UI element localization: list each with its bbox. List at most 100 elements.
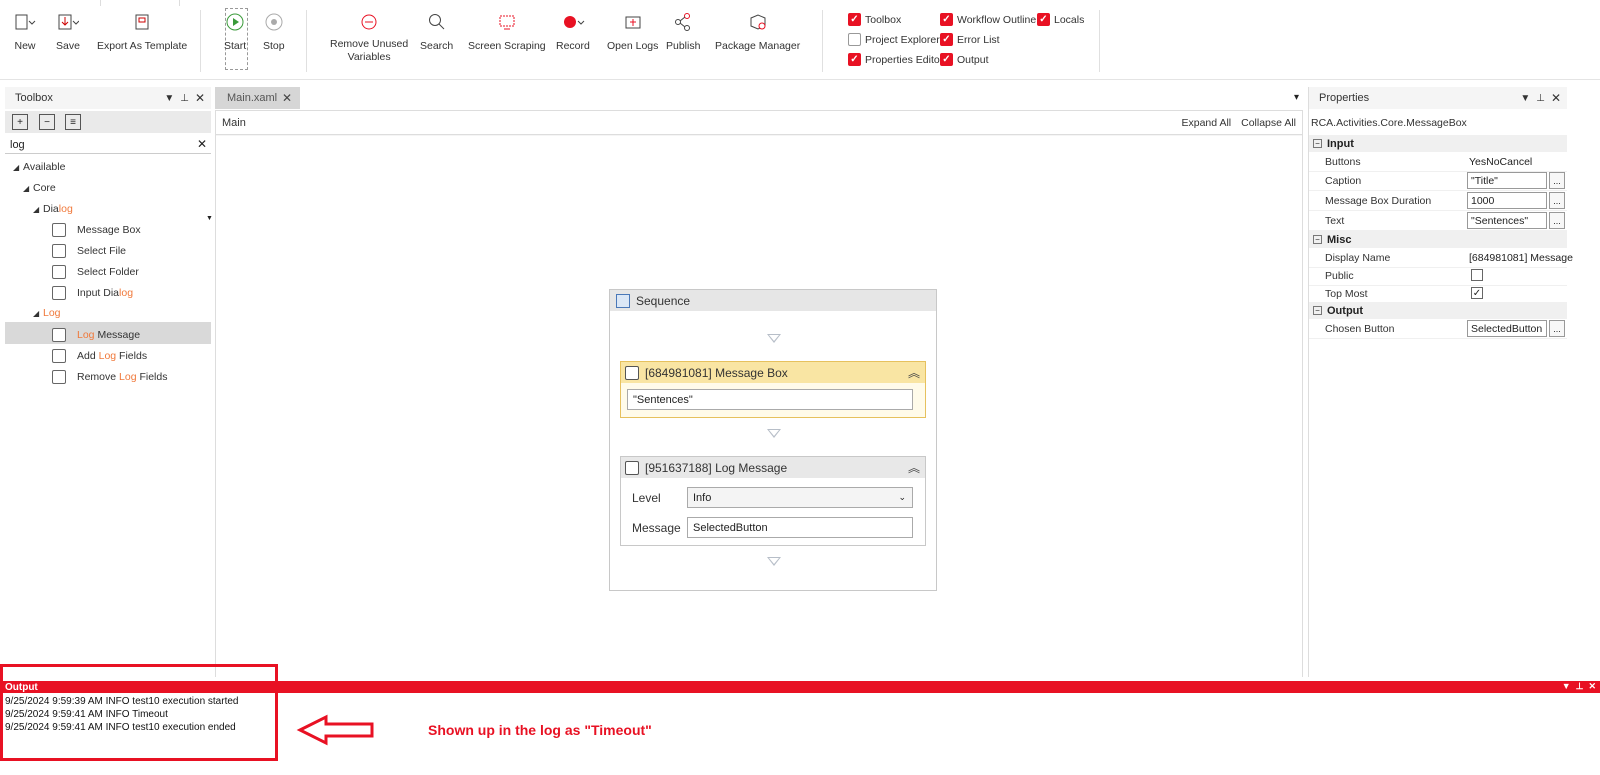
file-icon	[52, 244, 66, 258]
new-button[interactable]: New	[14, 10, 36, 53]
screen-scraping-icon	[497, 10, 517, 34]
properties-editor-checkbox[interactable]: ✓ Properties Editor	[848, 53, 943, 66]
drop-target-icon[interactable]	[767, 334, 781, 343]
share-icon	[673, 10, 693, 34]
close-tab-icon[interactable]: ✕	[282, 91, 292, 105]
log-message-activity[interactable]: [951637188] Log Message ︽ Level Info ⌄ M…	[620, 456, 926, 546]
remove-unused-variables-button[interactable]: Remove Unused Variables	[330, 10, 408, 63]
tree-item-select-folder[interactable]: Select Folder	[52, 265, 139, 279]
log-icon	[52, 349, 66, 363]
package-icon	[747, 10, 769, 34]
record-button[interactable]: Record	[556, 10, 590, 53]
category-misc[interactable]: − Misc	[1309, 231, 1567, 248]
sequence-icon	[616, 293, 630, 308]
collapse-all-icon[interactable]: −	[39, 114, 55, 130]
pin-icon[interactable]: ⊥	[1576, 681, 1584, 692]
top-most-checkbox[interactable]: ✓	[1471, 287, 1483, 299]
checkmark-icon: ✓	[940, 53, 953, 66]
duration-ellipsis-button[interactable]: ...	[1549, 192, 1565, 209]
property-buttons[interactable]: Buttons YesNoCancel	[1309, 152, 1567, 172]
expand-all-link[interactable]: Expand All	[1182, 117, 1232, 129]
tree-item-log[interactable]: ◢ Log	[33, 307, 61, 319]
close-icon[interactable]: ✕	[1551, 91, 1561, 105]
log-icon	[52, 328, 66, 342]
tree-item-available[interactable]: ◢ Available	[13, 161, 65, 173]
output-checkbox[interactable]: ✓ Output	[940, 53, 989, 66]
property-top-most: Top Most ✓	[1309, 284, 1567, 304]
package-manager-button[interactable]: Package Manager	[715, 10, 800, 53]
tree-item-remove-log-fields[interactable]: Remove Log Fields	[52, 370, 167, 384]
collapse-chevron-icon[interactable]: ︽	[908, 459, 920, 476]
scroll-down-icon[interactable]: ▼	[206, 215, 213, 225]
drop-target-icon[interactable]	[767, 557, 781, 566]
text-input[interactable]: "Sentences"	[1467, 212, 1547, 229]
tree-item-input-dialog[interactable]: Input Dia log	[52, 286, 133, 300]
caption-input[interactable]: "Title"	[1467, 172, 1547, 189]
pin-icon[interactable]: ⊥	[180, 93, 189, 104]
level-dropdown[interactable]: Info ⌄	[687, 487, 913, 508]
tree-item-message-box[interactable]: Message Box	[52, 223, 141, 237]
collapse-chevron-icon[interactable]: ︽	[908, 364, 920, 381]
close-icon[interactable]: ✕	[195, 91, 205, 105]
property-display-name[interactable]: Display Name [684981081] Message	[1309, 248, 1573, 268]
toolbox-search-input[interactable]: log ✕	[5, 137, 211, 154]
workflow-designer: Main Expand All Collapse All Sequence [6…	[215, 110, 1303, 678]
caption-ellipsis-button[interactable]: ...	[1549, 172, 1565, 189]
search-button[interactable]: Search	[420, 10, 453, 53]
property-message-box-duration: Message Box Duration 1000...	[1309, 191, 1567, 211]
collapse-icon[interactable]: −	[1313, 139, 1322, 148]
tree-item-add-log-fields[interactable]: Add Log Fields	[52, 349, 147, 363]
expanded-triangle-icon: ◢	[13, 162, 20, 172]
stop-button[interactable]: Stop	[263, 10, 285, 53]
close-icon[interactable]: ✕	[1588, 681, 1596, 692]
dropdown-icon[interactable]: ▼	[164, 93, 174, 104]
sequence-activity[interactable]: Sequence [684981081] Message Box ︽ "Sent…	[609, 289, 937, 591]
tree-item-core[interactable]: ◢ Core	[23, 182, 56, 194]
clear-search-icon[interactable]: ✕	[197, 137, 207, 151]
expanded-triangle-icon: ◢	[33, 204, 40, 214]
message-box-activity[interactable]: [684981081] Message Box ︽ "Sentences"	[620, 361, 926, 418]
list-view-icon[interactable]: ≡	[65, 114, 81, 130]
collapse-icon[interactable]: −	[1313, 235, 1322, 244]
category-output[interactable]: − Output	[1309, 302, 1567, 319]
log-message-field[interactable]: SelectedButton	[687, 517, 913, 538]
locals-checkbox[interactable]: ✓ Locals	[1037, 13, 1084, 26]
open-logs-button[interactable]: Open Logs	[607, 10, 658, 53]
designer-canvas: Sequence [684981081] Message Box ︽ "Sent…	[216, 136, 1302, 678]
tab-main-xaml[interactable]: Main.xaml ✕	[215, 87, 300, 109]
open-logs-icon	[623, 10, 643, 34]
chosen-button-ellipsis-button[interactable]: ...	[1549, 320, 1565, 337]
message-box-text-field[interactable]: "Sentences"	[627, 389, 913, 410]
export-as-template-button[interactable]: Export As Template	[97, 10, 187, 53]
save-button[interactable]: Save	[56, 10, 80, 53]
category-input[interactable]: − Input	[1309, 135, 1567, 152]
workflow-outline-checkbox[interactable]: ✓ Workflow Outline	[940, 13, 1036, 26]
dropdown-icon[interactable]: ▼	[1520, 93, 1530, 104]
error-list-checkbox[interactable]: ✓ Error List	[940, 33, 1000, 46]
public-checkbox[interactable]	[1471, 269, 1483, 281]
tab-list-dropdown-icon[interactable]: ▾	[1294, 92, 1299, 103]
tree-item-select-file[interactable]: Select File	[52, 244, 126, 258]
pin-icon[interactable]: ⊥	[1536, 93, 1545, 104]
breadcrumb[interactable]: Main	[222, 117, 246, 129]
tree-item-dialog[interactable]: ◢ Dia log	[33, 203, 73, 215]
folder-icon	[52, 265, 66, 279]
save-icon	[57, 10, 79, 34]
chosen-button-input[interactable]: SelectedButton	[1467, 320, 1547, 337]
tree-item-log-message[interactable]: Log Message	[52, 328, 140, 342]
screen-scraping-button[interactable]: Screen Scraping	[468, 10, 546, 53]
expand-all-icon[interactable]: +	[12, 114, 28, 130]
start-button[interactable]: Start	[224, 10, 246, 53]
collapse-icon[interactable]: −	[1313, 306, 1322, 315]
checkmark-icon: ✓	[1037, 13, 1050, 26]
drop-target-icon[interactable]	[767, 429, 781, 438]
message-box-icon	[52, 223, 66, 237]
remove-icon	[359, 10, 379, 34]
project-explorer-checkbox[interactable]: Project Explorer	[848, 33, 940, 46]
text-ellipsis-button[interactable]: ...	[1549, 212, 1565, 229]
publish-button[interactable]: Publish	[666, 10, 700, 53]
toolbox-checkbox[interactable]: ✓ Toolbox	[848, 13, 901, 26]
duration-input[interactable]: 1000	[1467, 192, 1547, 209]
dropdown-icon[interactable]: ▼	[1562, 681, 1571, 692]
collapse-all-link[interactable]: Collapse All	[1241, 117, 1296, 129]
